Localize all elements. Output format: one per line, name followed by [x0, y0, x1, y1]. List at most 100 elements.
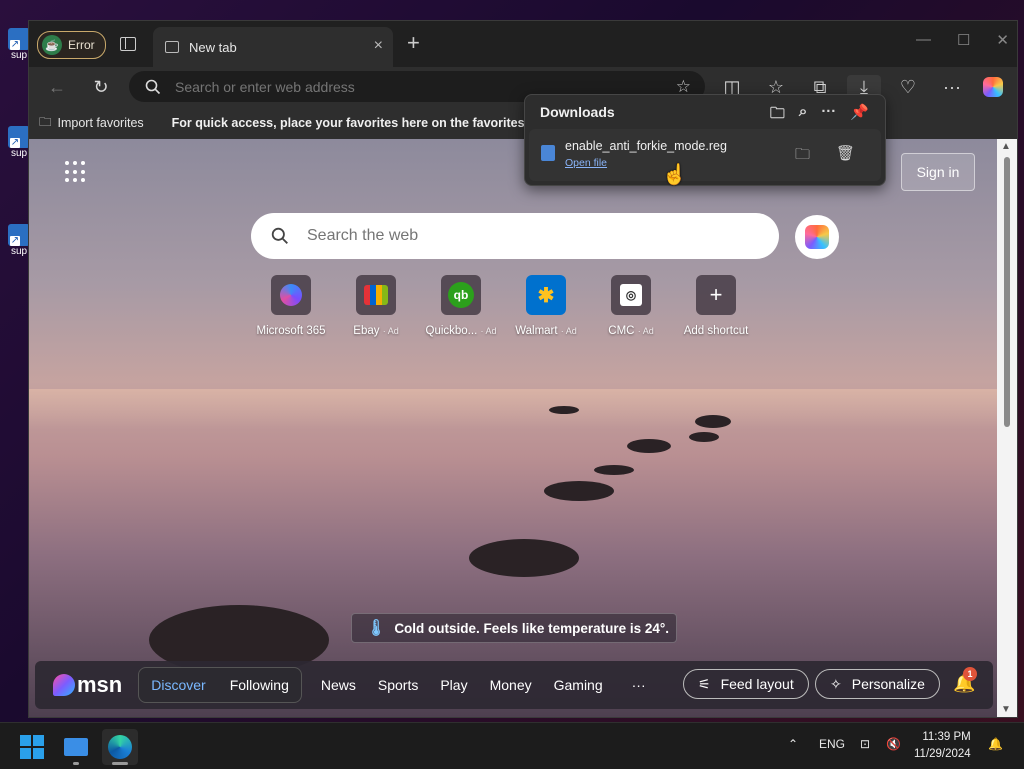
notifications-bell-icon[interactable]: 🔔 1 [953, 667, 977, 694]
nav-money[interactable]: Money [479, 677, 543, 693]
network-icon[interactable]: ⊡ [860, 737, 870, 751]
back-arrow-icon[interactable]: ← [45, 75, 69, 99]
taskbar-app-control-panel[interactable] [58, 729, 94, 765]
shortcut-microsoft-365[interactable]: Microsoft 365 [256, 275, 326, 337]
nav-play[interactable]: Play [429, 677, 478, 693]
volume-muted-icon[interactable]: 🔇 [886, 737, 901, 751]
open-file-link[interactable]: Open file [565, 157, 607, 169]
title-bar: ☕ Error New tab × + — ☐ ✕ [29, 21, 1017, 67]
background-horizon [29, 389, 997, 429]
personalize-button[interactable]: ✧ Personalize [815, 669, 940, 699]
copilot-icon [805, 225, 829, 249]
language-indicator[interactable]: ENG [819, 737, 845, 751]
ad-marker: · Ad [637, 326, 654, 336]
new-tab-page: Sign in Microsoft 365 Ebay · Ad qb Quick… [29, 139, 997, 717]
shortcut-label: Walmart [515, 325, 558, 337]
browser-essentials-icon[interactable]: ♡ [896, 75, 920, 99]
feed-nav: News Sports Play Money Gaming ··· [310, 677, 657, 693]
nav-gaming[interactable]: Gaming [543, 677, 614, 693]
hand-cursor-icon: ☝ [662, 164, 687, 186]
msn-butterfly-icon [53, 674, 75, 696]
scrollbar-thumb[interactable] [1004, 157, 1010, 427]
window-controls: — ☐ ✕ [916, 31, 1009, 49]
page-scrollbar[interactable]: ▲ ▼ [997, 139, 1017, 717]
tab-discover[interactable]: Discover [139, 677, 217, 693]
pin-icon[interactable]: 📌 [850, 103, 869, 128]
shortcut-add[interactable]: + Add shortcut [684, 275, 748, 337]
import-favorites-button[interactable]: 🗀 Import favorites [39, 113, 144, 134]
notification-bell-icon[interactable]: 🔔 [988, 737, 1003, 751]
ad-marker: · Ad [480, 326, 497, 336]
more-options-icon[interactable]: ··· [940, 75, 964, 99]
show-in-folder-icon[interactable]: 🗀 [795, 144, 810, 169]
background-stone [544, 481, 614, 501]
copilot-icon[interactable] [981, 75, 1005, 99]
maximize-button[interactable]: ☐ [957, 31, 970, 49]
msn-feed-bar: msn Discover Following News Sports Play … [35, 661, 993, 709]
shortcut-label: Ebay [353, 325, 380, 337]
start-button[interactable] [20, 735, 44, 759]
msn-logo-text: msn [77, 672, 123, 697]
background-stone [689, 432, 719, 442]
nav-more-button[interactable]: ··· [614, 677, 657, 693]
new-tab-button[interactable]: + [407, 31, 420, 55]
scroll-up-icon[interactable]: ▲ [1001, 141, 1011, 152]
feed-toggle: Discover Following [138, 667, 302, 703]
more-options-icon[interactable]: ··· [821, 103, 836, 128]
shortcut-cmc[interactable]: ◎ CMC · Ad [599, 275, 663, 337]
sliders-icon: ⚟ [698, 675, 711, 692]
web-search-input[interactable] [305, 226, 729, 246]
feed-layout-button[interactable]: ⚟ Feed layout [683, 669, 809, 699]
taskbar-app-edge[interactable] [102, 729, 138, 765]
msn-logo[interactable]: msn [53, 672, 122, 698]
address-input[interactable] [173, 77, 657, 96]
open-downloads-folder-icon[interactable]: 🗀 [770, 103, 785, 128]
favorites-bar-hint: For quick access, place your favorites h… [171, 116, 551, 130]
edge-icon [108, 735, 132, 759]
search-icon [145, 79, 161, 94]
page-icon [165, 41, 179, 53]
background-stone [549, 406, 579, 414]
background-stone [695, 415, 731, 428]
microsoft-365-icon [271, 275, 311, 315]
background-stone [469, 539, 579, 577]
delete-icon[interactable]: 🗑 [836, 144, 855, 169]
profile-error-badge[interactable]: ☕ Error [37, 31, 106, 59]
shortcut-icon [8, 28, 30, 50]
show-hidden-icons-chevron-icon[interactable]: ⌃ [788, 737, 798, 751]
plus-icon: + [696, 275, 736, 315]
shortcut-label: Quickbo... [425, 325, 478, 337]
system-clock[interactable]: 11:39 PM 11/29/2024 [914, 729, 971, 763]
background-stone [594, 465, 634, 475]
nav-sports[interactable]: Sports [367, 677, 429, 693]
thermometer-icon: 🌡 [366, 620, 387, 637]
web-search-box[interactable] [251, 213, 779, 259]
close-tab-icon[interactable]: × [374, 37, 383, 55]
scroll-down-icon[interactable]: ▼ [1001, 704, 1011, 715]
nav-news[interactable]: News [310, 677, 367, 693]
apps-launcher-icon[interactable] [65, 161, 87, 183]
clock-time: 11:39 PM [922, 731, 971, 743]
tab-actions-icon[interactable] [117, 33, 139, 55]
minimize-button[interactable]: — [916, 31, 931, 49]
close-window-button[interactable]: ✕ [996, 31, 1009, 49]
shortcut-quickbooks[interactable]: qb Quickbo... · Ad [425, 275, 497, 337]
download-item[interactable]: enable_anti_forkie_mode.reg Open file 🗀 … [529, 129, 881, 181]
search-downloads-icon[interactable]: ⌕ [799, 103, 807, 128]
active-indicator [112, 762, 128, 765]
quickbooks-icon: qb [441, 275, 481, 315]
import-folder-icon: 🗀 [39, 114, 52, 129]
tab-following[interactable]: Following [218, 677, 301, 693]
downloads-flyout: Downloads 🗀 ⌕ ··· 📌 enable_anti_forkie_m… [524, 94, 886, 186]
cmc-icon: ◎ [611, 275, 651, 315]
shortcut-label: Microsoft 365 [256, 325, 326, 337]
refresh-icon[interactable]: ↻ [89, 75, 113, 99]
tab-new-tab[interactable]: New tab × [153, 27, 393, 67]
copilot-button[interactable] [795, 215, 839, 259]
sign-in-button[interactable]: Sign in [901, 153, 975, 191]
downloads-title: Downloads [540, 104, 615, 120]
weather-banner[interactable]: 🌡 Cold outside. Feels like temperature i… [351, 613, 677, 643]
running-indicator [73, 762, 79, 765]
shortcut-walmart[interactable]: ✱ Walmart · Ad [514, 275, 578, 337]
shortcut-ebay[interactable]: Ebay · Ad [344, 275, 408, 337]
